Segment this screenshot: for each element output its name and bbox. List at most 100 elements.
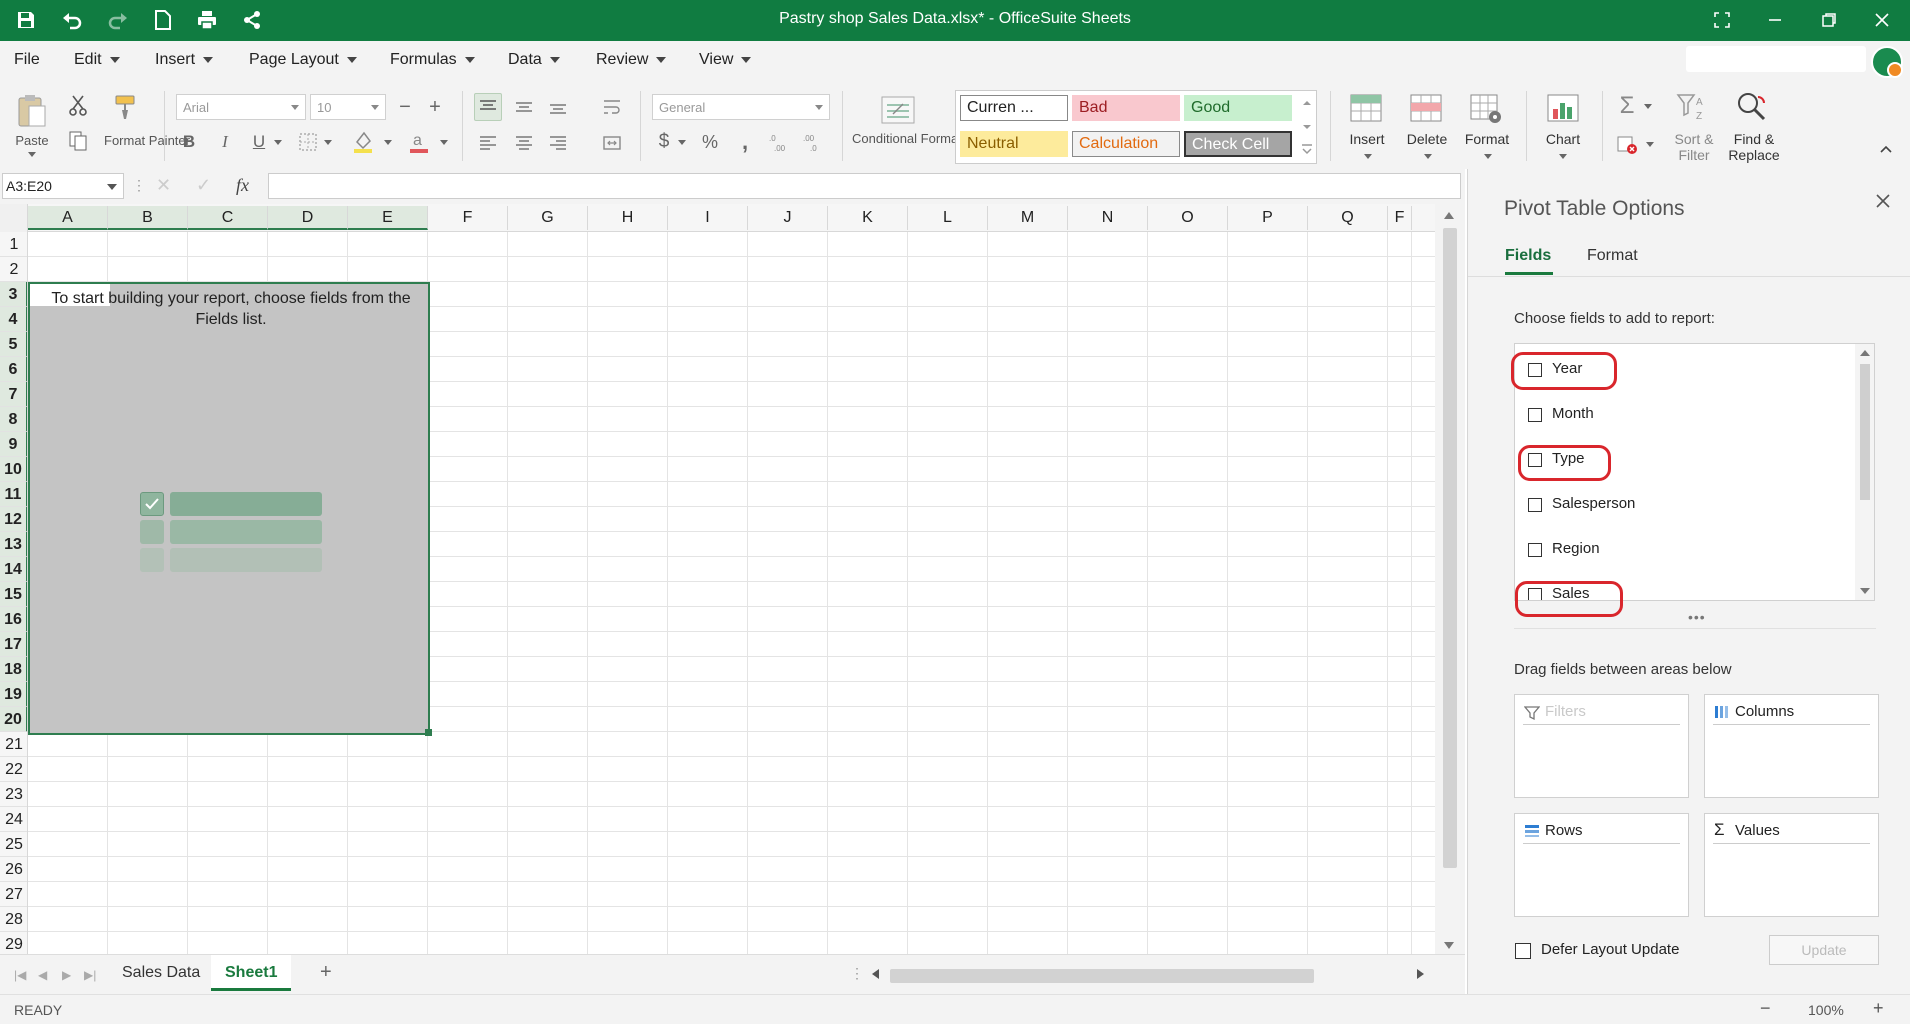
field-checkbox[interactable] <box>1528 543 1542 557</box>
row-header[interactable]: 20 <box>0 707 28 732</box>
scroll-right-icon[interactable] <box>1417 969 1424 979</box>
conditional-formatting-icon[interactable] <box>880 95 916 125</box>
number-format-select[interactable]: General <box>652 94 830 120</box>
row-header[interactable]: 15 <box>0 582 28 607</box>
resize-handle-icon[interactable]: ••• <box>1688 609 1706 625</box>
confirm-formula-icon[interactable]: ✓ <box>196 175 218 197</box>
font-size-select[interactable]: 10 <box>310 94 386 120</box>
name-box[interactable]: A3:E20 <box>2 173 124 199</box>
column-header[interactable]: B <box>108 206 188 230</box>
sort-filter-label[interactable]: Sort & Filter <box>1666 131 1722 163</box>
menu-data[interactable]: Data <box>508 51 560 69</box>
zoom-out-button[interactable]: − <box>1760 998 1771 1019</box>
field-item-month[interactable]: Month <box>1515 399 1855 429</box>
style-neutral[interactable]: Neutral <box>960 131 1068 157</box>
column-header[interactable]: D <box>268 206 348 230</box>
menu-insert[interactable]: Insert <box>155 51 214 69</box>
menu-edit[interactable]: Edit <box>74 51 120 69</box>
delete-label[interactable]: Delete <box>1400 131 1454 147</box>
close-icon[interactable] <box>1872 191 1894 213</box>
zoom-in-button[interactable]: + <box>1873 998 1884 1019</box>
find-replace-icon[interactable] <box>1736 91 1770 125</box>
cut-icon[interactable] <box>66 93 90 117</box>
first-sheet-icon[interactable]: |◀ <box>14 968 26 982</box>
close-window-icon[interactable] <box>1864 6 1900 34</box>
add-sheet-button[interactable]: + <box>320 961 332 984</box>
row-header[interactable]: 5 <box>0 332 28 357</box>
insert-cells-icon[interactable] <box>1349 91 1383 125</box>
row-header[interactable]: 3 <box>0 282 28 307</box>
bold-button[interactable]: B <box>176 129 202 155</box>
selection-fill-handle[interactable] <box>425 729 432 736</box>
increase-decimal-icon[interactable]: .0.00 <box>766 129 792 155</box>
column-header[interactable]: I <box>668 206 748 230</box>
cancel-formula-icon[interactable]: ✕ <box>156 175 178 197</box>
chevron-down-icon[interactable] <box>438 137 450 147</box>
rows-area[interactable]: Rows <box>1514 813 1689 917</box>
chevron-down-icon[interactable] <box>272 137 284 147</box>
column-header[interactable]: N <box>1068 206 1148 230</box>
find-replace-label[interactable]: Find & Replace <box>1722 131 1786 163</box>
paste-icon[interactable] <box>14 91 50 131</box>
align-top-button[interactable] <box>474 93 502 121</box>
copy-icon[interactable] <box>66 129 90 153</box>
column-header[interactable]: J <box>748 206 828 230</box>
menu-review[interactable]: Review <box>596 51 667 69</box>
vertical-scrollbar[interactable] <box>1435 204 1465 954</box>
delete-cells-icon[interactable] <box>1409 91 1443 125</box>
pivot-table-placeholder[interactable]: To start building your report, choose fi… <box>28 282 430 735</box>
chevron-down-icon[interactable] <box>1422 152 1434 160</box>
row-header[interactable]: 9 <box>0 432 28 457</box>
comma-button[interactable]: , <box>734 129 756 155</box>
row-header[interactable]: 12 <box>0 507 28 532</box>
insert-label[interactable]: Insert <box>1340 131 1394 147</box>
row-header[interactable]: 19 <box>0 682 28 707</box>
format-label[interactable]: Format <box>1460 131 1514 147</box>
percent-button[interactable]: % <box>698 129 722 155</box>
align-middle-button[interactable] <box>510 93 538 121</box>
horizontal-scroll-thumb[interactable] <box>890 969 1314 983</box>
sort-filter-icon[interactable]: AZ <box>1676 91 1710 125</box>
row-header[interactable]: 1 <box>0 232 28 257</box>
restore-icon[interactable] <box>1811 6 1847 34</box>
row-header[interactable]: 23 <box>0 782 28 807</box>
collapse-ribbon-icon[interactable] <box>1876 141 1896 157</box>
align-left-button[interactable] <box>474 129 502 157</box>
fullscreen-icon[interactable] <box>1704 6 1740 34</box>
currency-button[interactable]: $ <box>654 129 674 155</box>
row-header[interactable]: 16 <box>0 607 28 632</box>
column-header[interactable]: C <box>188 206 268 230</box>
font-color-icon[interactable]: a <box>406 129 432 155</box>
account-search-box[interactable] <box>1686 46 1866 72</box>
borders-icon[interactable] <box>296 129 320 155</box>
row-header[interactable]: 13 <box>0 532 28 557</box>
last-sheet-icon[interactable]: ▶| <box>84 968 96 982</box>
next-sheet-icon[interactable]: ▶ <box>62 968 71 982</box>
minimize-icon[interactable] <box>1757 6 1793 34</box>
align-right-button[interactable] <box>544 129 572 157</box>
style-check-cell[interactable]: Check Cell <box>1184 131 1292 157</box>
column-header[interactable]: L <box>908 206 988 230</box>
fill-color-icon[interactable] <box>350 129 376 155</box>
scroll-up-icon[interactable] <box>1444 212 1454 219</box>
tab-fields[interactable]: Fields <box>1505 247 1551 265</box>
scroll-thumb[interactable] <box>1860 364 1870 500</box>
chevron-down-icon[interactable] <box>26 150 38 158</box>
chevron-down-icon[interactable] <box>382 137 394 147</box>
chevron-down-icon[interactable] <box>1362 152 1374 160</box>
style-calculation[interactable]: Calculation <box>1072 131 1180 157</box>
chevron-down-icon[interactable] <box>676 137 688 147</box>
column-header[interactable]: A <box>28 206 108 230</box>
row-header[interactable]: 10 <box>0 457 28 482</box>
select-all-corner[interactable] <box>0 204 28 232</box>
chart-icon[interactable] <box>1546 91 1580 125</box>
italic-button[interactable]: I <box>212 129 238 155</box>
values-area[interactable]: Σ Values <box>1704 813 1879 917</box>
row-header[interactable]: 7 <box>0 382 28 407</box>
menu-file[interactable]: File <box>14 51 40 69</box>
conditional-formatting-label[interactable]: Conditional Formatting <box>852 131 983 146</box>
format-cells-icon[interactable] <box>1469 91 1503 125</box>
row-header[interactable]: 4 <box>0 307 28 332</box>
field-item-region[interactable]: Region <box>1515 534 1855 564</box>
row-header[interactable]: 11 <box>0 482 28 507</box>
